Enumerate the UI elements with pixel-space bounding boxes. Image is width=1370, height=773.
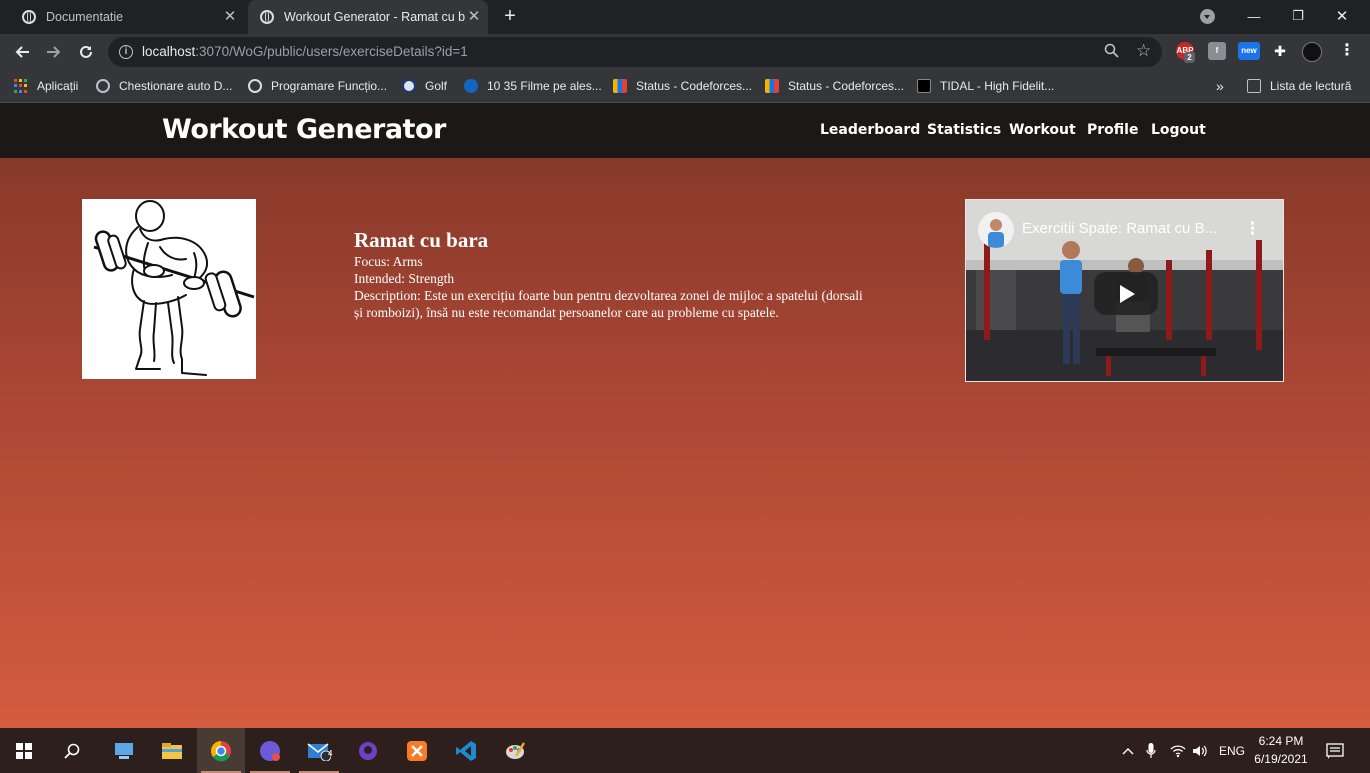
nav-logout[interactable]: Logout: [1151, 122, 1206, 138]
apps-grid-icon: [14, 79, 28, 93]
tab-title: Documentatie: [46, 10, 124, 24]
bookmark-label: Status - Codeforces...: [788, 79, 905, 93]
new-extension-icon[interactable]: new: [1238, 42, 1260, 60]
vscode-icon[interactable]: [442, 728, 490, 773]
clock-time: 6:24 PM: [1258, 734, 1304, 748]
url-text[interactable]: localhost:3070/WoG/public/users/exercise…: [142, 44, 468, 59]
video-title[interactable]: Exercitii Spate: Ramat cu B...: [1022, 220, 1217, 237]
language-indicator[interactable]: ENG: [1219, 728, 1245, 773]
close-window-button[interactable]: ✕: [1320, 0, 1364, 32]
wifi-icon[interactable]: [1170, 728, 1186, 773]
extensions-puzzle-icon[interactable]: ✚: [1271, 42, 1289, 60]
restore-button[interactable]: ❐: [1276, 0, 1320, 32]
system-clock[interactable]: 6:24 PM 6/19/2021: [1250, 732, 1312, 768]
chrome-menu-icon[interactable]: ⋮: [1338, 42, 1356, 60]
globe-icon: [22, 10, 36, 24]
show-hidden-icons[interactable]: [1122, 728, 1134, 773]
vw-icon: [402, 79, 416, 93]
site-info-icon[interactable]: i: [119, 45, 133, 59]
bookmark-label: TIDAL - High Fidelit...: [940, 79, 1055, 93]
bookmark-codeforces-2[interactable]: Status - Codeforces...: [765, 77, 904, 95]
search-icon[interactable]: [1104, 43, 1119, 61]
bookmark-filme[interactable]: 10 35 Filme pe ales...: [464, 77, 602, 95]
windows-start-icon[interactable]: [0, 728, 48, 773]
mail-icon[interactable]: 4: [295, 728, 343, 773]
bookmark-apps[interactable]: Aplicații: [14, 77, 78, 95]
volume-icon[interactable]: [1192, 728, 1208, 773]
windows-taskbar: 4 ENG 6:24 PM 6/19/2021: [0, 728, 1370, 773]
nav-statistics[interactable]: Statistics: [927, 122, 1001, 138]
exercise-focus: Focus: Arms: [354, 254, 423, 269]
bookmark-label: Aplicații: [37, 79, 79, 93]
bookmark-label: Golf: [425, 79, 448, 93]
video-embed[interactable]: Exercitii Spate: Ramat cu B... ⋮: [965, 199, 1284, 382]
exercise-image: [82, 199, 256, 379]
microphone-icon[interactable]: [1146, 728, 1156, 773]
tab-title: Workout Generator - Ramat cu b: [284, 10, 466, 24]
file-explorer-icon[interactable]: [148, 728, 196, 773]
search-icon[interactable]: [48, 728, 96, 773]
exercise-title: Ramat cu bara: [354, 228, 489, 252]
adblock-badge: 2: [1184, 52, 1195, 63]
tidal-icon: [917, 79, 931, 93]
profile-avatar[interactable]: [1302, 42, 1322, 62]
play-icon: [464, 79, 478, 93]
codeforces-icon: [765, 79, 779, 93]
nav-profile[interactable]: Profile: [1087, 122, 1138, 138]
exercise-intended: Intended: Strength: [354, 271, 455, 286]
paint-icon[interactable]: [491, 728, 539, 773]
web-page: Workout Generator Leaderboard Statistics…: [0, 103, 1370, 728]
back-icon[interactable]: [10, 40, 34, 64]
xampp-icon[interactable]: [393, 728, 441, 773]
tab-workout-generator[interactable]: Workout Generator - Ramat cu b ✕: [248, 0, 488, 34]
minimize-button[interactable]: —: [1232, 0, 1276, 32]
bookmark-label: Status - Codeforces...: [636, 79, 753, 93]
site-brand[interactable]: Workout Generator: [162, 114, 446, 145]
browser-toolbar: i localhost:3070/WoG/public/users/exerci…: [0, 34, 1370, 70]
reading-list-label: Lista de lectură: [1270, 79, 1352, 93]
reading-list-button[interactable]: Lista de lectură: [1247, 77, 1351, 95]
clock-date: 6/19/2021: [1254, 752, 1308, 766]
bookmark-label: 10 35 Filme pe ales...: [487, 79, 602, 93]
play-button-icon[interactable]: [1094, 272, 1158, 315]
globe-icon: [248, 79, 262, 93]
nav-leaderboard[interactable]: Leaderboard: [820, 122, 920, 138]
messenger-icon[interactable]: [246, 728, 294, 773]
tab-strip: Documentatie ✕ Workout Generator - Ramat…: [0, 0, 1370, 34]
bookmarks-bar: Aplicații Chestionare auto D... Programa…: [0, 70, 1370, 103]
channel-avatar[interactable]: [978, 212, 1014, 248]
exercise-description: Description: Este un exercițiu foarte bu…: [354, 288, 863, 320]
github-icon[interactable]: [344, 728, 392, 773]
reload-icon[interactable]: [74, 40, 98, 64]
bookmark-label: Programare Funcțio...: [271, 79, 388, 93]
video-more-icon[interactable]: ⋮: [1244, 220, 1261, 238]
exercise-details: Ramat cu bara Focus: Arms Intended: Stre…: [354, 227, 874, 321]
more-bookmarks-icon[interactable]: »: [1216, 77, 1224, 95]
bookmark-programare[interactable]: Programare Funcțio...: [248, 77, 387, 95]
forward-icon[interactable]: [42, 40, 66, 64]
globe-icon: [260, 10, 274, 24]
bookmark-golf[interactable]: Golf: [402, 77, 447, 95]
nav-workout[interactable]: Workout: [1009, 122, 1076, 138]
close-tab-icon[interactable]: ✕: [466, 9, 482, 25]
bookmark-tidal[interactable]: TIDAL - High Fidelit...: [917, 77, 1054, 95]
address-bar[interactable]: i localhost:3070/WoG/public/users/exerci…: [108, 37, 1162, 67]
new-tab-button[interactable]: +: [500, 6, 520, 26]
bookmark-label: Chestionare auto D...: [119, 79, 233, 93]
bookmark-star-icon[interactable]: ☆: [1136, 41, 1151, 61]
chrome-taskbar-icon[interactable]: [197, 728, 245, 773]
mail-badge: 4: [328, 749, 333, 758]
tab-search-icon[interactable]: [1200, 9, 1215, 24]
extension-f-icon[interactable]: f: [1208, 42, 1226, 60]
site-header: Workout Generator Leaderboard Statistics…: [0, 103, 1370, 158]
bookmark-chestionare[interactable]: Chestionare auto D...: [96, 77, 232, 95]
codeforces-icon: [613, 79, 627, 93]
close-tab-icon[interactable]: ✕: [222, 9, 238, 25]
notifications-icon[interactable]: [1326, 728, 1344, 773]
this-pc-icon[interactable]: [100, 728, 148, 773]
reading-list-icon: [1247, 79, 1261, 93]
steering-wheel-icon: [96, 79, 110, 93]
tab-documentatie[interactable]: Documentatie ✕: [8, 0, 244, 34]
bookmark-codeforces-1[interactable]: Status - Codeforces...: [613, 77, 752, 95]
